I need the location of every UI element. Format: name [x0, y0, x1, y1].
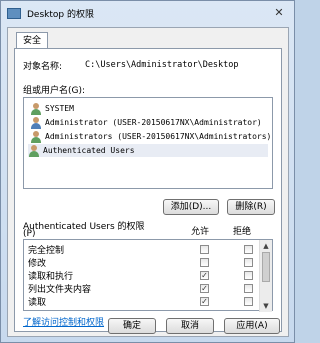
scroll-thumb[interactable]	[262, 252, 270, 282]
group-user-label: 组或用户名(G):	[23, 86, 86, 96]
user-name: Authenticated Users	[43, 146, 135, 155]
deny-checkbox[interactable]	[244, 284, 253, 293]
allow-header: 允许	[191, 227, 210, 237]
user-icon	[30, 116, 42, 129]
permission-name: 完全控制	[28, 246, 65, 256]
object-name-label: 对象名称:	[23, 62, 63, 72]
close-icon[interactable]: ✕	[270, 5, 288, 20]
permissions-label-suffix: (P)	[23, 229, 36, 239]
list-item[interactable]: SYSTEM	[30, 102, 74, 115]
list-item[interactable]: Administrator (USER-20150617NX\Administr…	[30, 116, 262, 129]
allow-checkbox[interactable]	[200, 258, 209, 267]
deny-header: 拒绝	[233, 227, 252, 237]
apply-button[interactable]: 应用(A)	[224, 318, 280, 334]
folder-icon	[7, 7, 21, 19]
title-bar[interactable]: Desktop 的权限 ✕	[1, 1, 294, 25]
permission-name: 列出文件夹内容	[28, 285, 92, 295]
scroll-up-icon[interactable]: ▲	[262, 242, 270, 250]
deny-checkbox[interactable]	[244, 245, 253, 254]
deny-checkbox[interactable]	[244, 258, 253, 267]
scroll-down-icon[interactable]: ▼	[262, 302, 270, 310]
permissions-dialog: Desktop 的权限 ✕ 安全 对象名称: C:\Users\Administ…	[0, 0, 295, 343]
access-control-help-link[interactable]: 了解访问控制和权限	[23, 315, 104, 328]
user-name: SYSTEM	[45, 104, 74, 113]
group-icon	[30, 130, 42, 143]
table-row: 修改	[28, 256, 264, 269]
ok-button[interactable]: 确定	[108, 318, 156, 334]
list-item-selected[interactable]: Authenticated Users	[28, 144, 268, 157]
deny-checkbox[interactable]	[244, 297, 253, 306]
tab-security[interactable]: 安全	[16, 32, 48, 49]
user-name: Administrators (USER-20150617NX\Administ…	[45, 132, 272, 141]
table-row: 读取 ✓	[28, 295, 264, 308]
list-item[interactable]: Administrators (USER-20150617NX\Administ…	[30, 130, 271, 143]
object-name-value: C:\Users\Administrator\Desktop	[85, 60, 239, 70]
allow-checkbox-checked[interactable]: ✓	[200, 297, 209, 306]
permission-scrollbar[interactable]: ▲ ▼	[259, 240, 272, 312]
permission-name: 读取	[28, 298, 47, 308]
window-title: Desktop 的权限	[27, 9, 94, 20]
add-button[interactable]: 添加(D)...	[163, 199, 219, 215]
table-row: 列出文件夹内容 ✓	[28, 282, 264, 295]
user-list[interactable]: SYSTEM Administrator (USER-20150617NX\Ad…	[23, 97, 273, 189]
table-row: 完全控制	[28, 243, 264, 256]
deny-checkbox[interactable]	[244, 271, 253, 280]
remove-button[interactable]: 删除(R)	[227, 199, 275, 215]
permissions-label: Authenticated Users 的权限	[23, 222, 145, 232]
dialog-body: 安全 对象名称: C:\Users\Administrator\Desktop …	[7, 27, 289, 337]
permission-name: 读取和执行	[28, 272, 74, 282]
security-panel: 对象名称: C:\Users\Administrator\Desktop 组或用…	[14, 48, 282, 332]
permission-name: 修改	[28, 259, 47, 269]
user-name: Administrator (USER-20150617NX\Administr…	[45, 118, 262, 127]
group-icon	[28, 144, 40, 157]
group-icon	[30, 102, 42, 115]
allow-checkbox[interactable]	[200, 245, 209, 254]
table-row: 读取和执行 ✓	[28, 269, 264, 282]
permission-table: 完全控制 修改 读取和执行 ✓ 列出文件夹内容 ✓ 读取 ✓ ▲ ▼	[23, 239, 273, 312]
allow-checkbox-checked[interactable]: ✓	[200, 271, 209, 280]
cancel-button[interactable]: 取消	[166, 318, 214, 334]
allow-checkbox-checked[interactable]: ✓	[200, 284, 209, 293]
